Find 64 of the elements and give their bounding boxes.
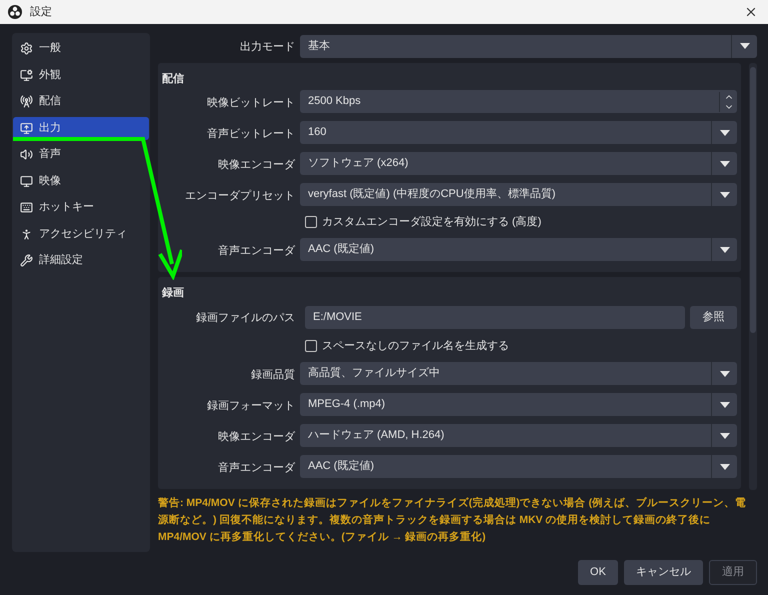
dropdown[interactable]: AAC (既定値) bbox=[300, 238, 737, 261]
sidebar-item[interactable]: 映像 bbox=[13, 170, 149, 192]
field-label: 音声ビットレート bbox=[207, 128, 295, 140]
sidebar-item[interactable]: アクセシビリティ bbox=[13, 222, 149, 246]
group-title: 配信 bbox=[162, 73, 184, 85]
field-label: 録画品質 bbox=[251, 368, 295, 380]
caret-icon bbox=[720, 130, 730, 136]
caret-icon bbox=[720, 246, 730, 252]
dropdown[interactable]: 高品質、ファイルサイズ中 bbox=[300, 362, 737, 385]
warning-text: 警告: MP4/MOV に保存された録画はファイルをファイナライズ(完成処理)できない場合 (例えば、ブルースクリーン、電源断など。) 回復不能になります。複数の音声トラックを録画する場合は MKV の使用を検討して録画の終了後に MP4/MOV に再多重化してください。(ファイル → 録画の再多重化) bbox=[158, 496, 748, 545]
checkbox-label: カスタムエンコーダ設定を有効にする (高度) bbox=[322, 214, 542, 230]
monitor-icon bbox=[20, 174, 33, 188]
monitor-gear-icon bbox=[20, 68, 33, 82]
dialog-button[interactable]: OK bbox=[578, 560, 618, 585]
caret-icon bbox=[720, 432, 730, 438]
field-label: 映像ビットレート bbox=[207, 96, 295, 108]
sidebar-item[interactable]: ホットキー bbox=[13, 196, 149, 219]
bitrate-spinbox[interactable]: 2500 Kbps bbox=[300, 90, 737, 113]
person-icon bbox=[20, 228, 33, 240]
dropdown[interactable]: ハードウェア (AMD, H.264) bbox=[300, 424, 737, 447]
antenna-icon bbox=[20, 95, 33, 108]
field-label: 音声エンコーダ bbox=[218, 244, 295, 256]
path-field[interactable]: E:/MOVIE bbox=[305, 306, 685, 328]
speaker-icon bbox=[20, 148, 33, 161]
caret-icon bbox=[720, 370, 730, 376]
dialog-button[interactable]: キャンセル bbox=[624, 560, 703, 585]
checkbox-label: スペースなしのファイル名を生成する bbox=[322, 338, 509, 354]
keyboard-icon bbox=[20, 201, 33, 214]
field-label: 音声エンコーダ bbox=[218, 462, 295, 474]
browse-button[interactable]: 参照 bbox=[690, 306, 737, 328]
monitor-icon bbox=[20, 122, 33, 134]
app-logo-icon bbox=[8, 5, 22, 19]
wrench-icon bbox=[20, 254, 33, 267]
field-label: 映像エンコーダ bbox=[218, 158, 295, 170]
sidebar-item[interactable]: 外観 bbox=[13, 64, 149, 86]
field-label: 出力モード bbox=[240, 41, 295, 53]
caret-icon bbox=[720, 464, 730, 470]
scrollbar-track[interactable] bbox=[749, 63, 757, 490]
field-label: 映像エンコーダ bbox=[218, 430, 295, 442]
caret-icon bbox=[740, 43, 750, 49]
caret-icon bbox=[720, 192, 730, 198]
dropdown[interactable]: ソフトウェア (x264) bbox=[300, 152, 737, 175]
sidebar-item[interactable]: 配信 bbox=[13, 90, 149, 113]
gear-icon bbox=[20, 42, 33, 55]
close-icon[interactable] bbox=[744, 5, 758, 19]
dropdown[interactable]: AAC (既定値) bbox=[300, 455, 737, 478]
field-label: エンコーダプリセット bbox=[185, 190, 295, 202]
group-title: 録画 bbox=[162, 287, 184, 299]
checkbox[interactable] bbox=[305, 340, 317, 352]
sidebar-item[interactable]: 音声 bbox=[13, 143, 149, 166]
window-title: 設定 bbox=[30, 4, 52, 20]
scrollbar-thumb[interactable] bbox=[750, 67, 756, 333]
caret-icon bbox=[720, 160, 730, 166]
sidebar-item[interactable]: 一般 bbox=[13, 37, 149, 60]
field-label: 録画フォーマット bbox=[207, 400, 295, 412]
dropdown[interactable]: veryfast (既定値) (中程度のCPU使用率、標準品質) bbox=[300, 183, 737, 206]
dropdown[interactable]: MPEG-4 (.mp4) bbox=[300, 393, 737, 416]
sidebar-item[interactable]: 詳細設定 bbox=[13, 249, 149, 272]
field-label: 録画ファイルのパス bbox=[196, 312, 295, 324]
sidebar-item[interactable]: 出力 bbox=[13, 116, 149, 140]
checkbox[interactable] bbox=[305, 216, 317, 228]
caret-icon bbox=[720, 402, 730, 408]
dropdown[interactable]: 160 bbox=[300, 121, 737, 144]
output-mode-dropdown[interactable]: 基本 bbox=[300, 34, 757, 58]
